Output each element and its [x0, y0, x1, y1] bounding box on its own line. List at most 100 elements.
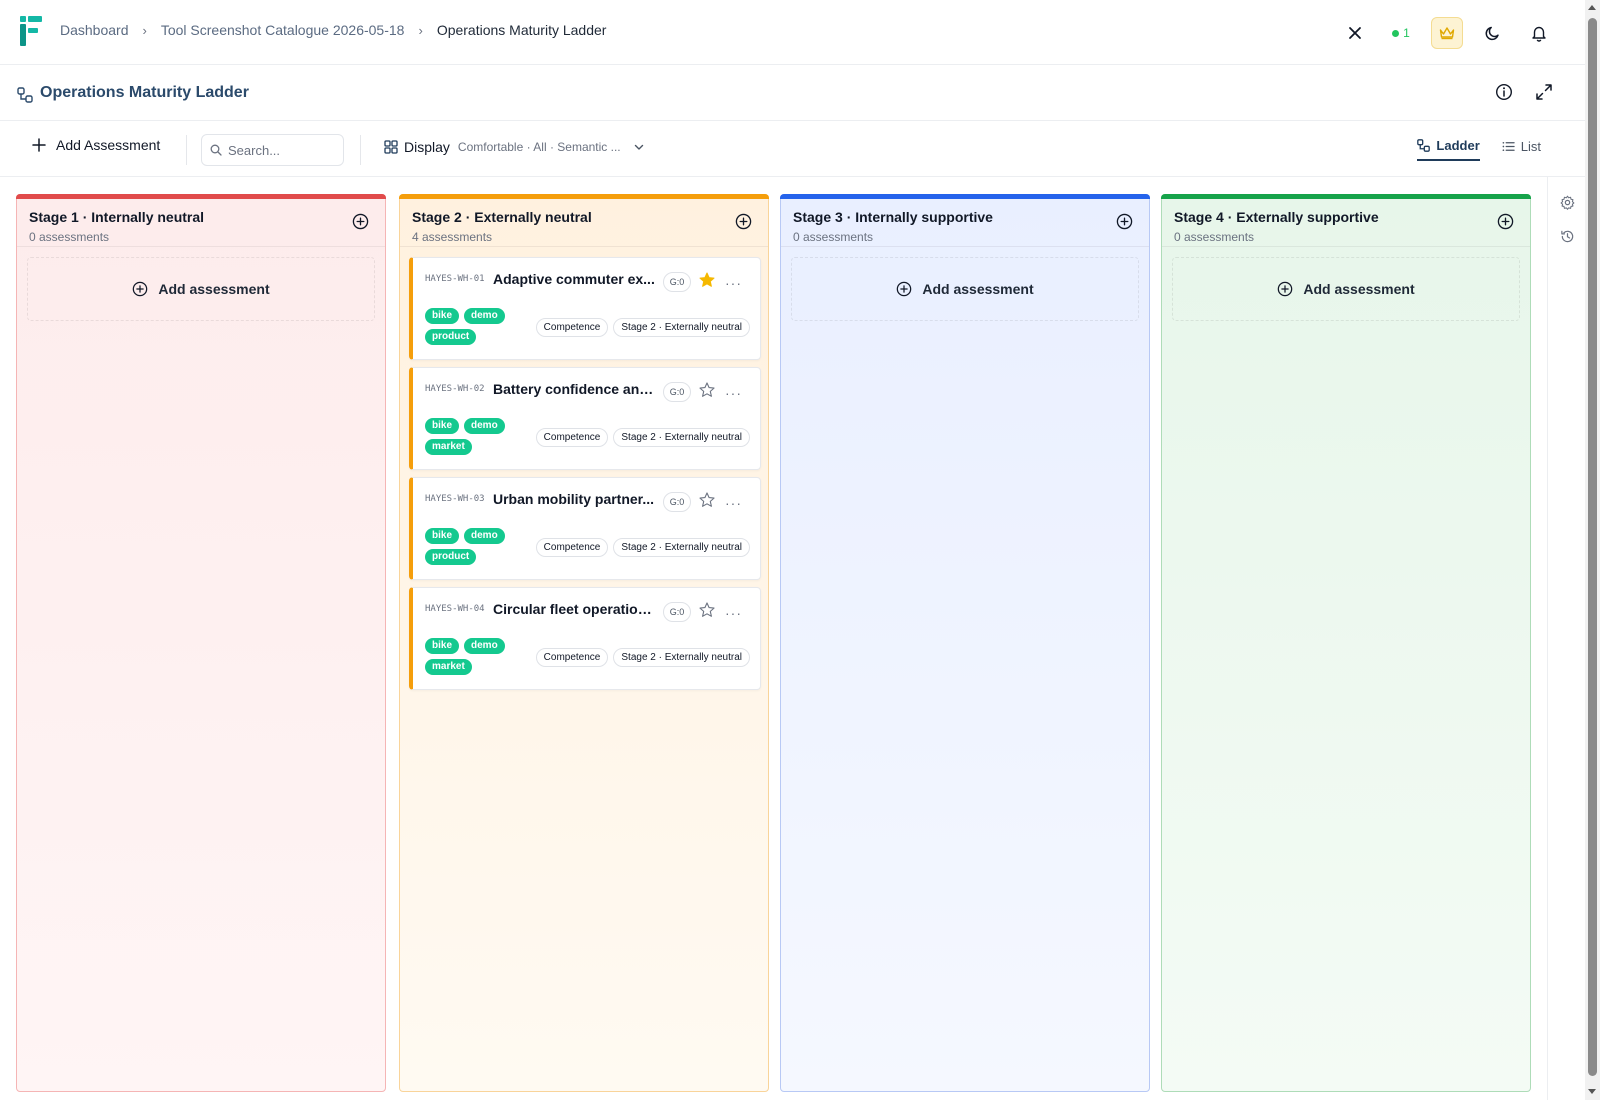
stage-column-4: Stage 4 · Externally supportive 0 assess… [1161, 194, 1531, 1092]
online-users-indicator[interactable]: 1 [1385, 17, 1417, 49]
card-code: HAYES-WH-03 [425, 494, 485, 504]
online-count: 1 [1403, 26, 1410, 40]
card-chips: Competence Stage 2 · Externally neutral [535, 538, 750, 557]
top-actions: 1 [1339, 17, 1555, 49]
add-assessment-slot-label: Add assessment [1303, 281, 1415, 297]
assessment-card[interactable]: HAYES-WH-03 Urban mobility partner... G:… [409, 477, 761, 580]
crown-icon [1439, 27, 1455, 40]
add-assessment-slot-label: Add assessment [158, 281, 270, 297]
star-icon[interactable] [699, 602, 715, 618]
plus-circle-icon[interactable] [1116, 213, 1133, 230]
add-assessment-slot[interactable]: Add assessment [27, 257, 375, 321]
tag-pill[interactable]: bike [425, 528, 460, 544]
column-header: Stage 1 · Internally neutral 0 assessmen… [17, 199, 385, 247]
info-icon[interactable] [1495, 83, 1513, 101]
card-chip: Stage 2 · Externally neutral [613, 428, 750, 447]
history-icon[interactable] [1560, 229, 1575, 244]
workflow-icon [1417, 139, 1431, 152]
column-count: 0 assessments [1174, 230, 1255, 244]
toolbar-divider [360, 135, 361, 165]
display-summary: Comfortable · All · Semantic ... [457, 140, 621, 154]
bell-icon [1532, 26, 1546, 42]
more-icon[interactable]: ··· [725, 496, 742, 510]
stage-column-2: Stage 2 · Externally neutral 4 assessmen… [399, 194, 769, 1092]
tag-pill[interactable]: product [425, 549, 477, 565]
card-title[interactable]: Circular fleet operation... [493, 601, 655, 617]
card-chip: Stage 2 · Externally neutral [613, 648, 750, 667]
breadcrumb-catalogue[interactable]: Tool Screenshot Catalogue 2026-05-18 [161, 22, 405, 38]
add-assessment-slot-label: Add assessment [922, 281, 1034, 297]
logo-icon[interactable] [20, 16, 42, 46]
plus-circle-icon[interactable] [1497, 213, 1514, 230]
add-assessment-button[interactable]: Add Assessment [32, 137, 160, 153]
view-list-tab[interactable]: List [1502, 138, 1541, 161]
chevron-down-icon [634, 144, 643, 150]
view-ladder-tab[interactable]: Ladder [1417, 138, 1480, 161]
card-chip: Competence [535, 318, 609, 337]
close-icon [1349, 27, 1361, 39]
page-scrollbar[interactable] [1585, 0, 1600, 1100]
goal-badge: G:0 [663, 602, 691, 622]
display-options-button[interactable]: Display Comfortable · All · Semantic ... [384, 139, 645, 155]
card-chip: Competence [535, 538, 609, 557]
card-title[interactable]: Urban mobility partner... [493, 491, 655, 507]
card-tags: bike demo product [425, 528, 515, 565]
notifications-button[interactable] [1523, 17, 1555, 49]
assessment-card[interactable]: HAYES-WH-02 Battery confidence and... G:… [409, 367, 761, 470]
star-icon[interactable] [699, 382, 715, 398]
plus-icon [32, 138, 46, 152]
card-title[interactable]: Adaptive commuter ex... [493, 271, 655, 287]
breadcrumb-current: Operations Maturity Ladder [436, 22, 607, 38]
toolbar-divider [186, 135, 187, 165]
add-assessment-label: Add Assessment [56, 137, 161, 153]
premium-button[interactable] [1431, 17, 1463, 49]
theme-toggle-button[interactable] [1477, 17, 1509, 49]
plus-circle-icon[interactable] [352, 213, 369, 230]
scroll-down-arrow-icon[interactable] [1588, 1089, 1596, 1094]
column-title: Stage 2 · Externally neutral [412, 209, 592, 225]
tag-pill[interactable]: demo [464, 418, 505, 434]
title-bar: Operations Maturity Ladder [0, 65, 1585, 121]
card-code: HAYES-WH-04 [425, 604, 485, 614]
add-assessment-slot[interactable]: Add assessment [791, 257, 1139, 321]
card-chips: Competence Stage 2 · Externally neutral [535, 318, 750, 337]
breadcrumb-dashboard[interactable]: Dashboard [60, 22, 129, 38]
tag-pill[interactable]: demo [464, 308, 505, 324]
more-icon[interactable]: ··· [725, 386, 742, 400]
tag-pill[interactable]: demo [464, 638, 505, 654]
page-title: Operations Maturity Ladder [40, 84, 249, 101]
breadcrumb: Dashboard › Tool Screenshot Catalogue 20… [60, 22, 606, 38]
tag-pill[interactable]: bike [425, 418, 460, 434]
scrollbar-thumb[interactable] [1588, 18, 1597, 1076]
plus-circle-icon[interactable] [735, 213, 752, 230]
tag-pill[interactable]: bike [425, 638, 460, 654]
card-chips: Competence Stage 2 · Externally neutral [535, 648, 750, 667]
add-assessment-slot[interactable]: Add assessment [1172, 257, 1520, 321]
assessment-card[interactable]: HAYES-WH-04 Circular fleet operation... … [409, 587, 761, 690]
more-icon[interactable]: ··· [725, 276, 742, 290]
tag-pill[interactable]: bike [425, 308, 460, 324]
card-code: HAYES-WH-01 [425, 274, 485, 284]
workflow-icon [17, 87, 33, 103]
expand-icon[interactable] [1535, 83, 1553, 101]
search-input[interactable] [228, 142, 338, 158]
plus-circle-icon [1278, 281, 1293, 297]
stage-column-3: Stage 3 · Internally supportive 0 assess… [780, 194, 1150, 1092]
tag-pill[interactable]: market [425, 659, 472, 675]
assessment-card[interactable]: HAYES-WH-01 Adaptive commuter ex... G:0 … [409, 257, 761, 360]
star-icon[interactable] [699, 272, 715, 288]
tag-pill[interactable]: demo [464, 528, 505, 544]
scroll-up-arrow-icon[interactable] [1588, 5, 1596, 10]
settings-icon[interactable] [1560, 195, 1575, 210]
card-chip: Stage 2 · Externally neutral [613, 318, 750, 337]
grid-icon [384, 140, 398, 154]
close-button[interactable] [1339, 17, 1371, 49]
tag-pill[interactable]: product [425, 329, 477, 345]
star-icon[interactable] [699, 492, 715, 508]
tag-pill[interactable]: market [425, 439, 472, 455]
goal-badge: G:0 [663, 272, 691, 292]
card-tags: bike demo market [425, 638, 515, 675]
card-title[interactable]: Battery confidence and... [493, 381, 655, 397]
more-icon[interactable]: ··· [725, 606, 742, 620]
column-title: Stage 4 · Externally supportive [1174, 209, 1379, 225]
